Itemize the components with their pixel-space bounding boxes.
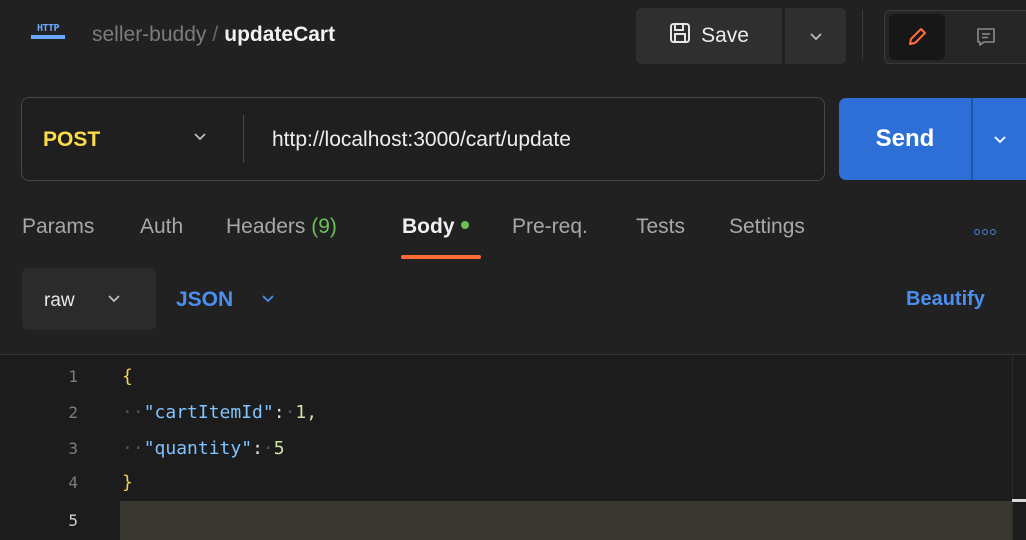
tab-tests[interactable]: Tests [636, 214, 685, 240]
code-line: 3 ··"quantity":·5 [0, 431, 1012, 467]
chevron-down-icon [993, 135, 1006, 143]
body-status-dot [460, 221, 469, 230]
chevron-down-icon [194, 133, 206, 141]
chevron-down-icon [108, 295, 120, 303]
send-button-group: Send [839, 98, 1026, 180]
tab-body[interactable]: Body [402, 214, 469, 240]
pencil-icon [909, 28, 926, 45]
code-text: ··"cartItemId":·1, [122, 402, 318, 423]
line-number: 3 [68, 439, 78, 458]
json-key: "cartItemId" [143, 402, 274, 423]
edit-button[interactable] [889, 14, 945, 60]
http-icon-label: HTTP [36, 23, 60, 34]
save-options-dropdown[interactable] [785, 8, 846, 64]
breadcrumb: seller-buddy / updateCart [92, 22, 335, 48]
body-mode-row: raw JSON Beautify [0, 266, 1026, 332]
comments-button[interactable] [955, 14, 1017, 60]
http-icon: HTTP [31, 24, 65, 44]
save-label: Save [701, 24, 749, 47]
breadcrumb-separator: / [212, 23, 219, 46]
headers-count-badge: (9) [311, 215, 337, 238]
request-tabs: Params Auth Headers (9) Body Pre-req. Te… [0, 208, 1026, 262]
send-options-dropdown[interactable] [973, 98, 1026, 180]
json-value: 1, [295, 402, 318, 423]
beautify-button[interactable]: Beautify [906, 288, 985, 311]
body-language-select[interactable]: JSON [176, 268, 306, 330]
code-text: } [122, 472, 133, 493]
body-mode-label: raw [44, 290, 75, 311]
code-line: 4 } [0, 465, 1012, 501]
editor-scrollbar[interactable] [1012, 355, 1026, 540]
save-icon [669, 22, 691, 50]
url-bar: POST [21, 97, 825, 181]
code-line: 1 { [0, 359, 1012, 395]
json-key: "quantity" [143, 438, 253, 459]
header-divider [862, 10, 863, 60]
body-language-label: JSON [176, 288, 234, 311]
tab-headers-label: Headers [226, 215, 306, 238]
tab-pre-request[interactable]: Pre-req. [512, 214, 588, 240]
comment-icon [977, 28, 995, 46]
line-number: 1 [68, 367, 78, 386]
tab-settings[interactable]: Settings [729, 214, 805, 240]
tab-params[interactable]: Params [22, 214, 94, 240]
active-tab-underline [401, 255, 481, 259]
method-label: POST [43, 128, 101, 151]
json-value: 5 [273, 438, 285, 459]
url-divider [243, 115, 244, 163]
line-number: 4 [68, 473, 78, 492]
line-number: 5 [68, 511, 78, 530]
more-options-icon[interactable] [974, 229, 996, 235]
code-line: 2 ··"cartItemId":·1, [0, 395, 1012, 431]
header-bar: HTTP seller-buddy / updateCart Save [0, 0, 1026, 76]
request-editor-window: HTTP seller-buddy / updateCart Save POST… [0, 0, 1026, 540]
method-select[interactable]: POST [22, 98, 244, 180]
tab-body-label: Body [402, 215, 455, 238]
tab-headers[interactable]: Headers (9) [226, 214, 337, 240]
save-button-group: Save [636, 8, 846, 64]
breadcrumb-collection[interactable]: seller-buddy [92, 23, 206, 46]
scrollbar-cursor-marker [1012, 499, 1026, 502]
code-editor[interactable]: 1 { 2 ··"cartItemId":·1, 3 ··"quantity":… [0, 354, 1026, 540]
line-number: 2 [68, 403, 78, 422]
send-button[interactable]: Send [839, 98, 971, 180]
breadcrumb-request-name[interactable]: updateCart [224, 23, 335, 46]
save-button[interactable]: Save [636, 8, 782, 64]
view-toggle-group [884, 10, 1026, 64]
chevron-down-icon [809, 32, 822, 40]
chevron-down-icon [262, 295, 274, 303]
code-text: ··"quantity":·5 [122, 438, 285, 459]
code-line: 5 [0, 503, 1012, 539]
tab-auth[interactable]: Auth [140, 214, 183, 240]
url-input[interactable] [272, 126, 812, 154]
body-mode-select[interactable]: raw [22, 268, 156, 330]
code-text: { [122, 366, 133, 387]
